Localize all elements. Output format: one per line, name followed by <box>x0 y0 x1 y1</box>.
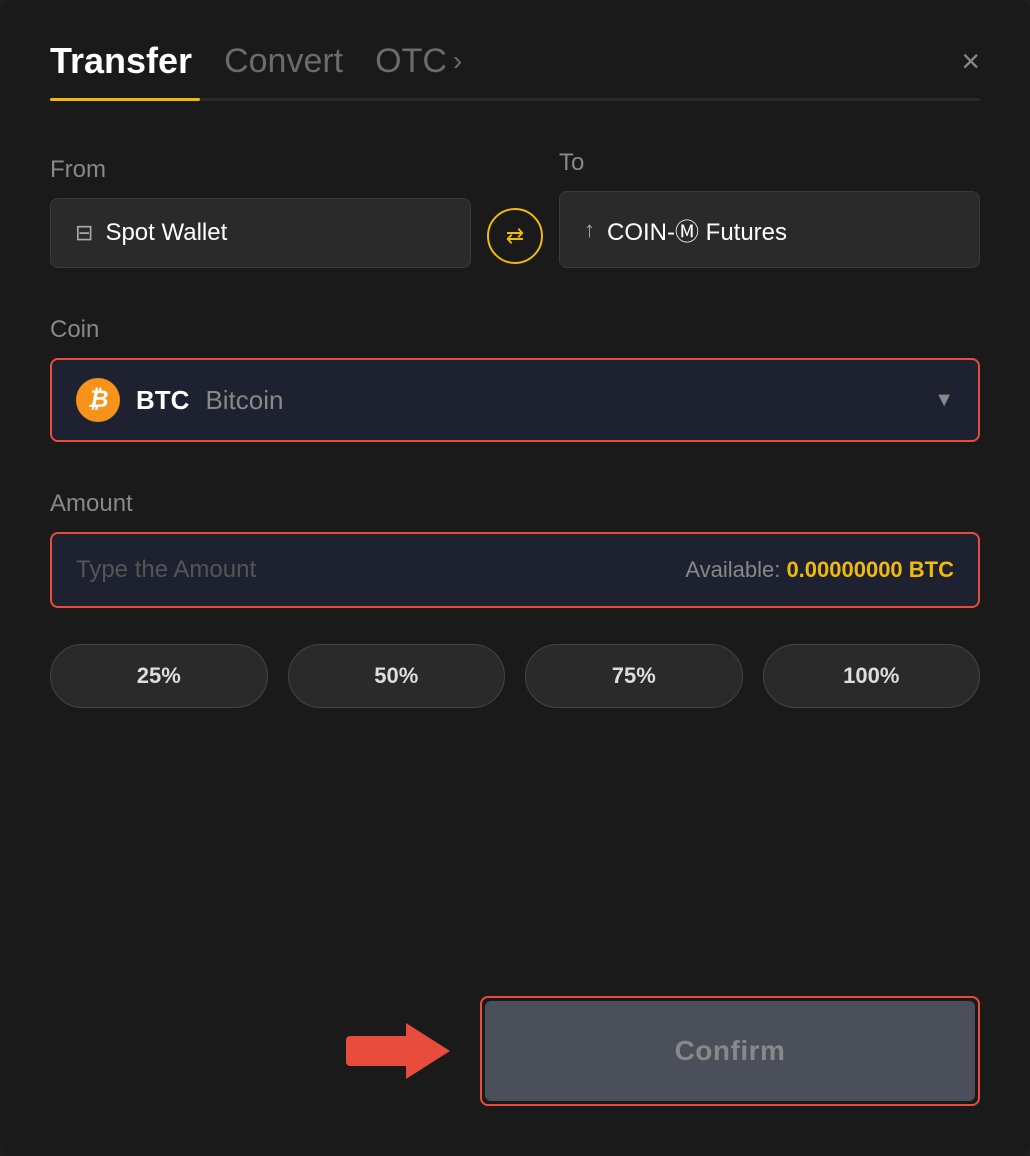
to-wallet-name: COIN-Ⓜ Futures <box>607 212 787 247</box>
coin-ticker: BTC <box>136 385 189 416</box>
futures-icon: ↑ <box>584 217 595 243</box>
from-wallet-name: Spot Wallet <box>105 219 227 247</box>
from-label: From <box>50 156 471 184</box>
modal-header: Transfer Convert OTC › × <box>50 40 980 82</box>
amount-label: Amount <box>50 490 980 518</box>
transfer-modal: Transfer Convert OTC › × From ⊟ Spot Wal… <box>0 0 1030 1156</box>
swap-btn-container: ⇄ <box>487 208 543 268</box>
percent-row: 25% 50% 75% 100% <box>50 644 980 708</box>
tab-otc[interactable]: OTC › <box>375 42 462 81</box>
coin-name: Bitcoin <box>205 385 283 416</box>
confirm-button-wrapper: Confirm <box>480 996 980 1106</box>
tab-underline-active <box>50 98 200 101</box>
from-group: From ⊟ Spot Wallet <box>50 156 471 268</box>
bottom-spacer <box>60 1023 480 1079</box>
tab-underline-row <box>50 98 980 101</box>
percent-50-button[interactable]: 50% <box>288 644 506 708</box>
from-to-section: From ⊟ Spot Wallet ⇄ To ↑ COIN-Ⓜ Futures <box>50 149 980 268</box>
available-text: Available: 0.00000000 BTC <box>685 557 954 583</box>
arrow-indicator <box>346 1023 450 1079</box>
to-label: To <box>559 149 980 177</box>
to-wallet-selector[interactable]: ↑ COIN-Ⓜ Futures <box>559 191 980 268</box>
confirm-button[interactable]: Confirm <box>485 1001 975 1101</box>
coin-section: Coin ₿ BTC Bitcoin ▼ <box>50 316 980 442</box>
tab-convert[interactable]: Convert <box>224 42 343 81</box>
wallet-icon: ⊟ <box>75 220 93 246</box>
bottom-section: Confirm <box>50 936 980 1106</box>
otc-chevron-icon: › <box>453 45 462 77</box>
btc-icon: ₿ <box>76 378 120 422</box>
amount-section: Amount Type the Amount Available: 0.0000… <box>50 490 980 608</box>
percent-75-button[interactable]: 75% <box>525 644 743 708</box>
swap-button[interactable]: ⇄ <box>487 208 543 264</box>
percent-25-button[interactable]: 25% <box>50 644 268 708</box>
amount-placeholder: Type the Amount <box>76 556 256 584</box>
coin-chevron-icon: ▼ <box>934 389 954 412</box>
amount-input-box[interactable]: Type the Amount Available: 0.00000000 BT… <box>50 532 980 608</box>
from-wallet-selector[interactable]: ⊟ Spot Wallet <box>50 198 471 268</box>
coin-selector[interactable]: ₿ BTC Bitcoin ▼ <box>50 358 980 442</box>
coin-label: Coin <box>50 316 980 344</box>
available-amount: 0.00000000 BTC <box>786 557 954 582</box>
tab-transfer[interactable]: Transfer <box>50 40 192 82</box>
percent-100-button[interactable]: 100% <box>763 644 981 708</box>
close-button[interactable]: × <box>961 45 980 77</box>
to-group: To ↑ COIN-Ⓜ Futures <box>559 149 980 268</box>
